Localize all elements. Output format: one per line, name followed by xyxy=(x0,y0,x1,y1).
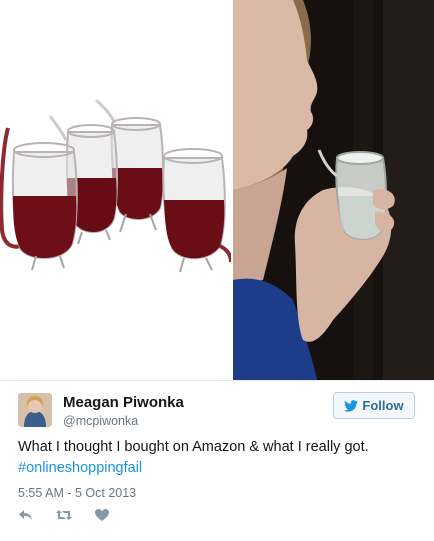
woman-with-small-glass-image xyxy=(233,0,434,380)
avatar-image xyxy=(18,393,52,427)
wine-sipper-glasses-image xyxy=(0,98,233,273)
reply-icon[interactable] xyxy=(18,509,33,521)
tweet-actions xyxy=(18,509,109,521)
heart-icon[interactable] xyxy=(95,509,109,521)
tweet-text: What I thought I bought on Amazon & what… xyxy=(18,437,418,479)
retweet-icon[interactable] xyxy=(55,509,73,521)
follow-button[interactable]: Follow xyxy=(333,392,415,419)
author-handle[interactable]: @mcpiwonka xyxy=(63,414,138,428)
glass-front-left xyxy=(0,127,78,271)
bird-icon xyxy=(344,399,359,412)
product-photo-wine-glasses[interactable] xyxy=(0,0,233,380)
avatar[interactable] xyxy=(18,393,52,427)
actual-photo-woman-sipping[interactable] xyxy=(233,0,434,380)
tweet-card: Meagan Piwonka @mcpiwonka Follow What I … xyxy=(0,380,434,541)
tweet-photos xyxy=(0,0,434,380)
glass-front-right xyxy=(162,148,233,273)
author-name[interactable]: Meagan Piwonka xyxy=(63,394,184,411)
hashtag-link[interactable]: #onlineshoppingfail xyxy=(18,458,418,479)
tweet-body: What I thought I bought on Amazon & what… xyxy=(18,439,369,455)
tweet-timestamp[interactable]: 5:55 AM - 5 Oct 2013 xyxy=(18,486,136,500)
follow-label: Follow xyxy=(362,398,404,413)
